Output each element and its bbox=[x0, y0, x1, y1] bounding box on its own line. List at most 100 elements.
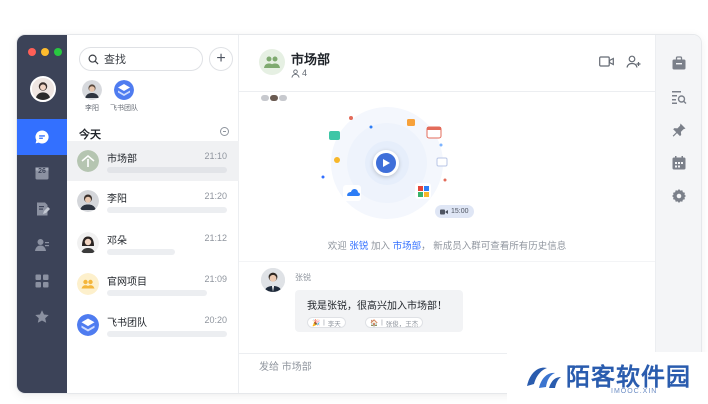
chat-title[interactable]: 市场部 bbox=[291, 49, 330, 68]
reaction-sep: | bbox=[323, 319, 325, 326]
team-logo-icon bbox=[114, 80, 134, 100]
pin-icon[interactable] bbox=[671, 122, 687, 138]
minimize-window-button[interactable] bbox=[41, 48, 49, 56]
watermark-title: 陌客软件园 bbox=[566, 362, 691, 391]
group-avatar-icon[interactable] bbox=[259, 49, 285, 75]
section-today: 今天 bbox=[79, 129, 101, 141]
message-sender: 张锐 bbox=[295, 273, 311, 282]
contacts-icon bbox=[35, 239, 49, 251]
group-avatar-icon bbox=[77, 273, 99, 295]
add-button[interactable]: + bbox=[209, 47, 233, 71]
avatar bbox=[77, 232, 99, 254]
header-divider bbox=[239, 91, 655, 92]
search-icon bbox=[88, 54, 99, 65]
group-avatar-icon bbox=[77, 150, 99, 172]
sender-avatar[interactable] bbox=[261, 268, 285, 292]
watermark-logo-icon bbox=[527, 367, 561, 388]
chat-preview-placeholder bbox=[107, 167, 227, 173]
watermark: 陌客软件园 IMOOC.XIN bbox=[507, 352, 708, 404]
group-mention-link[interactable]: 市场部 bbox=[393, 241, 422, 252]
reaction-chip[interactable]: 🎉 | 李天 bbox=[307, 317, 346, 328]
chat-time: 21:20 bbox=[204, 191, 227, 201]
video-icon bbox=[440, 209, 448, 214]
settings-icon[interactable] bbox=[671, 188, 687, 204]
close-window-button[interactable] bbox=[28, 48, 36, 56]
member-count[interactable]: 4 bbox=[291, 68, 307, 78]
chat-preview-placeholder bbox=[107, 331, 227, 337]
chat-item-market[interactable]: 市场部 21:10 bbox=[67, 141, 239, 181]
search-placeholder: 查找 bbox=[104, 54, 126, 66]
add-member-icon[interactable] bbox=[626, 55, 641, 68]
search-list-icon[interactable] bbox=[671, 89, 687, 105]
chat-time: 20:20 bbox=[204, 315, 227, 325]
maximize-window-button[interactable] bbox=[54, 48, 62, 56]
system-message: 欢迎 张锐 加入 市场部， 新成员入群可查看所有历史信息 bbox=[239, 238, 655, 252]
chat-main: 市场部 4 15:00 欢迎 张锐 加入 市场部， 新成员入群可查看所有历史信息… bbox=[239, 35, 655, 393]
system-message-suffix: ， 新成员入群可查看所有历史信息 bbox=[421, 241, 567, 252]
plus-icon: + bbox=[216, 50, 226, 67]
rail-item-favorites[interactable] bbox=[17, 299, 67, 335]
chat-item-feishu-team[interactable]: 飞书团队 20:20 bbox=[67, 305, 239, 345]
chat-bubble-icon bbox=[35, 130, 49, 144]
user-mention-link[interactable]: 张锐 bbox=[349, 241, 368, 252]
reaction-sep: | bbox=[381, 319, 383, 326]
video-duration-badge: 15:00 bbox=[435, 205, 474, 218]
chat-time: 21:10 bbox=[204, 151, 227, 161]
pinned-chat-label: 李阳 bbox=[85, 105, 99, 112]
pinned-chat-label: 飞书团队 bbox=[110, 105, 138, 112]
chat-time: 21:09 bbox=[204, 274, 227, 284]
reaction-chip[interactable]: 🏠 | 张俊，王杰 bbox=[365, 317, 424, 328]
app-window: 26 查找 + 李阳 飞书团队 今天 市场部 21:10 李阳 21:20 邓朵… bbox=[17, 35, 701, 393]
avatar bbox=[77, 190, 99, 212]
rail-item-messages[interactable] bbox=[17, 119, 67, 155]
chat-name: 官网项目 bbox=[107, 277, 147, 288]
user-avatar[interactable] bbox=[30, 76, 56, 102]
chat-name: 飞书团队 bbox=[107, 318, 147, 329]
right-toolbar bbox=[655, 35, 701, 393]
document-edit-icon bbox=[37, 202, 50, 216]
message-divider bbox=[239, 261, 655, 262]
rail-item-contacts[interactable] bbox=[17, 227, 67, 263]
chat-preview-placeholder bbox=[107, 290, 207, 296]
rail-item-docs[interactable] bbox=[17, 191, 67, 227]
grid-apps-icon bbox=[35, 274, 49, 288]
window-controls bbox=[28, 48, 62, 56]
chat-name: 市场部 bbox=[107, 154, 137, 165]
avatar bbox=[82, 80, 102, 100]
search-box[interactable]: 查找 bbox=[79, 47, 203, 71]
pinned-chat-liyang[interactable]: 李阳 bbox=[79, 80, 105, 113]
message-text: 我是张锐，很高兴加入市场部！ bbox=[307, 301, 447, 312]
chat-item-liyang[interactable]: 李阳 21:20 bbox=[67, 181, 239, 221]
message-bubble[interactable]: 我是张锐，很高兴加入市场部！ 🎉 | 李天 🏠 | 张俊，王杰 bbox=[295, 290, 463, 332]
system-message-prefix: 欢迎 bbox=[327, 241, 350, 252]
pinned-chat-feishu-team[interactable]: 飞书团队 bbox=[110, 80, 138, 113]
calendar-grid-icon[interactable] bbox=[671, 155, 687, 171]
chat-time: 21:12 bbox=[204, 233, 227, 243]
briefcase-icon[interactable] bbox=[671, 55, 687, 71]
play-video-button[interactable] bbox=[373, 150, 399, 176]
chat-name: 李阳 bbox=[107, 194, 127, 205]
collapse-section-icon[interactable] bbox=[220, 127, 229, 136]
scrolled-avatars bbox=[261, 95, 287, 101]
person-icon bbox=[291, 68, 300, 78]
video-duration: 15:00 bbox=[451, 208, 469, 215]
chat-item-dengduo[interactable]: 邓朵 21:12 bbox=[67, 223, 239, 263]
reaction-users: 李天 bbox=[327, 320, 341, 328]
pinned-chats: 李阳 飞书团队 bbox=[79, 80, 138, 113]
message-input[interactable] bbox=[259, 359, 499, 375]
video-call-icon[interactable] bbox=[599, 55, 614, 68]
chat-name: 邓朵 bbox=[107, 236, 127, 247]
rail-item-calendar[interactable]: 26 bbox=[17, 155, 67, 191]
star-icon bbox=[35, 310, 49, 323]
reaction-users: 张俊，王杰 bbox=[385, 320, 419, 328]
nav-rail: 26 bbox=[17, 35, 67, 393]
header-actions bbox=[599, 55, 641, 68]
rail-item-workplace[interactable] bbox=[17, 263, 67, 299]
chat-list-panel: 查找 + 李阳 飞书团队 今天 市场部 21:10 李阳 21:20 邓朵 21… bbox=[67, 35, 239, 393]
house-icon: 🏠 bbox=[370, 319, 379, 327]
party-popper-icon: 🎉 bbox=[312, 319, 321, 327]
watermark-subtitle: IMOOC.XIN bbox=[611, 388, 658, 395]
play-icon bbox=[383, 159, 390, 167]
chat-item-website-project[interactable]: 官网项目 21:09 bbox=[67, 264, 239, 304]
chat-preview-placeholder bbox=[107, 249, 175, 255]
